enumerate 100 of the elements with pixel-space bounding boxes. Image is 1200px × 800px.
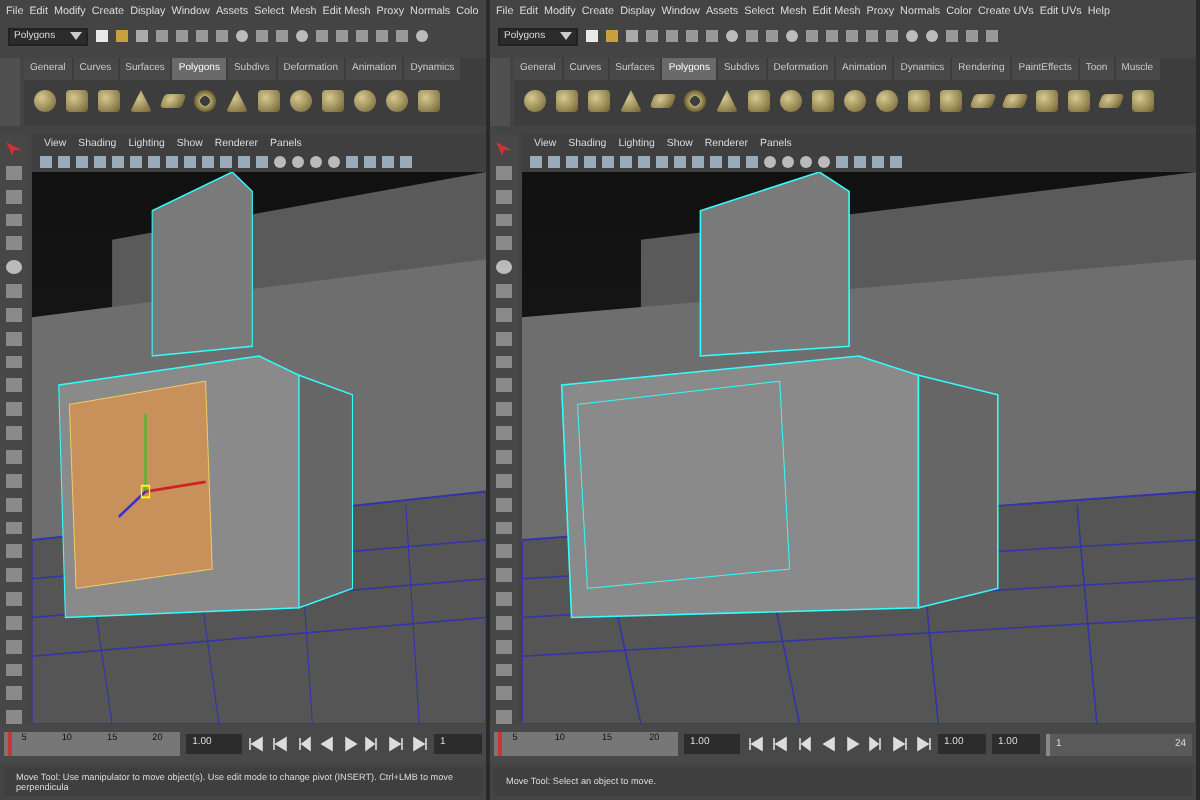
- circle-icon[interactable]: [800, 156, 812, 168]
- circle-icon[interactable]: [274, 156, 286, 168]
- cube-icon[interactable]: [1132, 90, 1154, 112]
- mesh-face[interactable]: [69, 380, 213, 589]
- square-icon[interactable]: [6, 449, 22, 464]
- sphere-icon[interactable]: [524, 90, 546, 112]
- circle-icon[interactable]: [786, 30, 798, 42]
- square-icon[interactable]: [6, 686, 22, 701]
- square-icon[interactable]: [6, 544, 22, 559]
- skip-to-end-button[interactable]: [914, 734, 932, 754]
- skip-to-end-button[interactable]: [410, 734, 428, 754]
- circle-icon[interactable]: [926, 30, 938, 42]
- plane-icon[interactable]: [1001, 94, 1029, 108]
- circle-icon[interactable]: [496, 260, 512, 275]
- circle-icon[interactable]: [296, 30, 308, 42]
- mesh-face[interactable]: [577, 380, 791, 589]
- square-icon[interactable]: [496, 710, 512, 725]
- square-icon[interactable]: [496, 449, 512, 464]
- step-back-key-button[interactable]: [271, 734, 289, 754]
- square-icon[interactable]: [496, 497, 512, 511]
- square-icon[interactable]: [496, 615, 512, 630]
- cone-icon[interactable]: [130, 90, 152, 112]
- square-icon[interactable]: [6, 307, 22, 322]
- sphere-icon[interactable]: [780, 90, 802, 112]
- square-icon[interactable]: [496, 307, 512, 322]
- step-forward-key-button[interactable]: [890, 734, 908, 754]
- sphere-icon[interactable]: [844, 90, 866, 112]
- cube-icon[interactable]: [940, 90, 962, 112]
- cube-icon[interactable]: [1036, 90, 1058, 112]
- square-icon[interactable]: [6, 710, 22, 725]
- circle-icon[interactable]: [726, 30, 738, 42]
- square-icon[interactable]: [496, 544, 512, 559]
- circle-icon[interactable]: [416, 30, 428, 42]
- square-icon[interactable]: [6, 639, 22, 654]
- circle-icon[interactable]: [328, 156, 340, 168]
- torus-icon[interactable]: [684, 90, 706, 112]
- play-button[interactable]: [842, 734, 860, 754]
- sphere-icon[interactable]: [876, 90, 898, 112]
- square-icon[interactable]: [6, 473, 22, 488]
- circle-icon[interactable]: [236, 30, 248, 42]
- step-forward-key-button[interactable]: [387, 734, 405, 754]
- square-icon[interactable]: [6, 236, 22, 251]
- step-back-key-button[interactable]: [770, 734, 788, 754]
- circle-icon[interactable]: [6, 260, 22, 275]
- play-button[interactable]: [341, 734, 359, 754]
- cone-icon[interactable]: [226, 90, 248, 112]
- square-icon[interactable]: [496, 686, 512, 701]
- cube-icon[interactable]: [812, 90, 834, 112]
- square-icon[interactable]: [496, 165, 512, 180]
- square-icon[interactable]: [496, 213, 512, 227]
- play-backward-button[interactable]: [818, 734, 836, 754]
- circle-icon[interactable]: [292, 156, 304, 168]
- cube-icon[interactable]: [418, 90, 440, 112]
- plane-icon[interactable]: [649, 94, 677, 108]
- shelf-handle[interactable]: [490, 58, 510, 126]
- skip-to-start-button[interactable]: [746, 734, 764, 754]
- cube-icon[interactable]: [908, 90, 930, 112]
- square-icon[interactable]: [6, 615, 22, 630]
- square-icon[interactable]: [6, 378, 22, 393]
- square-icon[interactable]: [496, 639, 512, 654]
- square-icon[interactable]: [6, 521, 22, 535]
- sphere-icon[interactable]: [354, 90, 376, 112]
- square-icon[interactable]: [496, 402, 512, 417]
- square-icon[interactable]: [6, 165, 22, 180]
- square-icon[interactable]: [6, 189, 22, 204]
- square-icon[interactable]: [6, 497, 22, 511]
- step-back-button[interactable]: [294, 734, 312, 754]
- circle-icon[interactable]: [782, 156, 794, 168]
- move-manipulator-icon[interactable]: [117, 414, 206, 518]
- step-forward-button[interactable]: [364, 734, 382, 754]
- sphere-icon[interactable]: [290, 90, 312, 112]
- square-icon[interactable]: [6, 331, 22, 346]
- cube-icon[interactable]: [1068, 90, 1090, 112]
- square-icon[interactable]: [496, 663, 512, 677]
- step-forward-button[interactable]: [866, 734, 884, 754]
- cone-icon[interactable]: [620, 90, 642, 112]
- step-back-button[interactable]: [794, 734, 812, 754]
- square-icon[interactable]: [496, 473, 512, 488]
- cube-icon[interactable]: [66, 90, 88, 112]
- plane-icon[interactable]: [969, 94, 997, 108]
- cube-icon[interactable]: [322, 90, 344, 112]
- square-icon[interactable]: [496, 521, 512, 535]
- square-icon[interactable]: [496, 378, 512, 393]
- plane-icon[interactable]: [1097, 94, 1125, 108]
- square-icon[interactable]: [6, 402, 22, 417]
- skip-to-start-button[interactable]: [248, 734, 266, 754]
- cone-icon[interactable]: [716, 90, 738, 112]
- play-backward-button[interactable]: [317, 734, 336, 754]
- torus-icon[interactable]: [194, 90, 216, 112]
- circle-icon[interactable]: [818, 156, 830, 168]
- square-icon[interactable]: [6, 663, 22, 677]
- circle-icon[interactable]: [310, 156, 322, 168]
- square-icon[interactable]: [496, 236, 512, 251]
- square-icon[interactable]: [6, 355, 22, 369]
- square-icon[interactable]: [496, 355, 512, 369]
- sphere-icon[interactable]: [386, 90, 408, 112]
- square-icon[interactable]: [6, 568, 22, 583]
- circle-icon[interactable]: [764, 156, 776, 168]
- cube-icon[interactable]: [556, 90, 578, 112]
- square-icon[interactable]: [496, 189, 512, 204]
